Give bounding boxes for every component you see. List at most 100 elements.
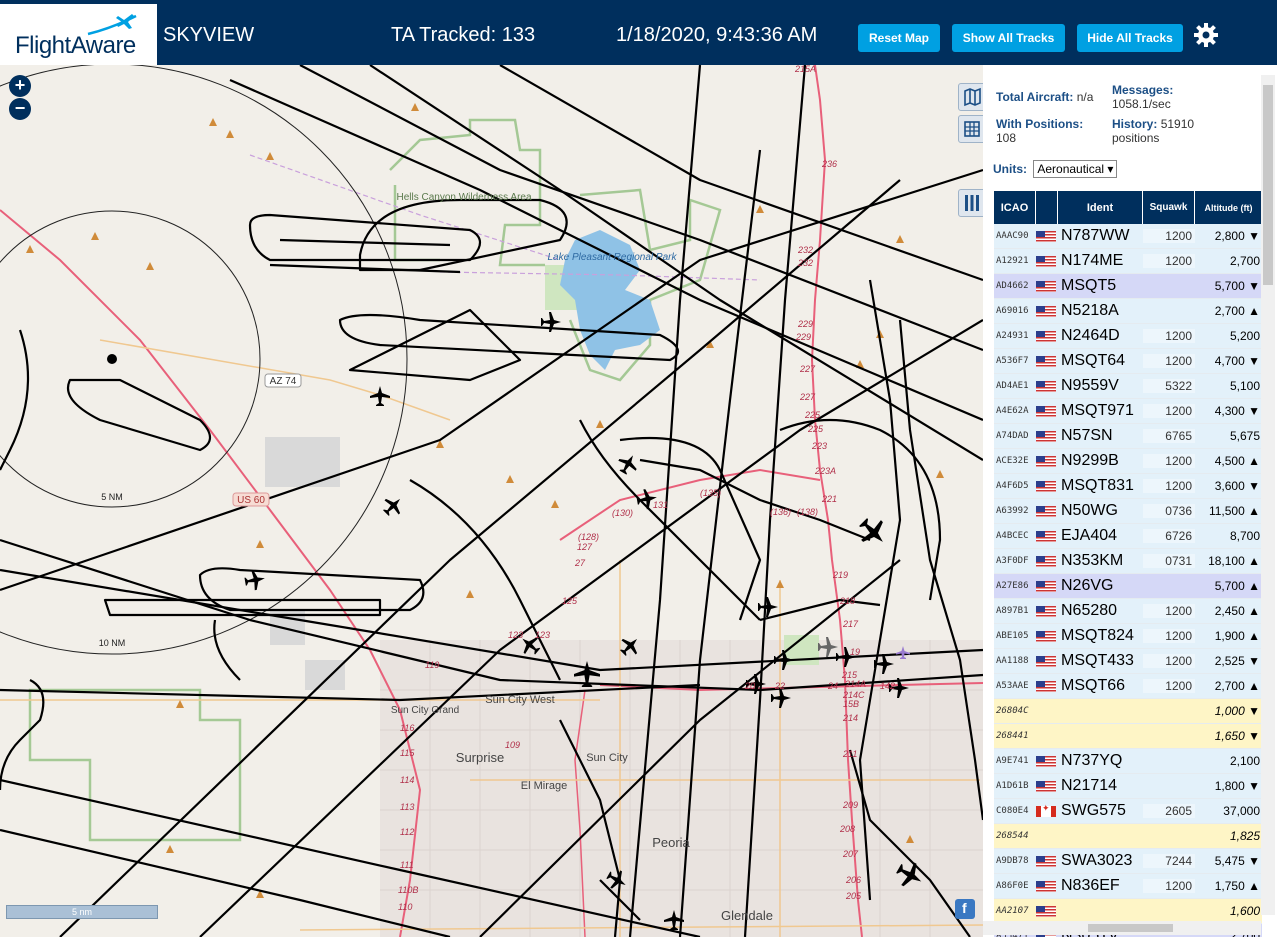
cell-ident: MSQT831: [1061, 477, 1134, 494]
zoom-out-button[interactable]: −: [9, 98, 31, 120]
us-flag-icon: [1036, 880, 1056, 892]
cell-ident: N21714: [1061, 777, 1118, 794]
us-flag-icon: [1036, 655, 1056, 667]
us-flag-icon: [1036, 530, 1056, 542]
cell-flag: [1036, 855, 1058, 867]
scroll-thumb[interactable]: [1263, 85, 1273, 285]
cell-squawk: 1200: [1143, 229, 1195, 243]
reset-map-button[interactable]: Reset Map: [858, 24, 940, 52]
cell-altitude: 5,100: [1229, 379, 1260, 393]
table-row[interactable]: 268544 1,825: [994, 824, 1262, 849]
table-row[interactable]: AD4662 MSQT5 5,700 ▼: [994, 274, 1262, 299]
col-icao[interactable]: ICAO: [994, 191, 1036, 224]
col-altitude[interactable]: Altitude (ft): [1195, 191, 1262, 224]
label-sun-city: Sun City: [586, 752, 628, 764]
svg-text:227: 227: [799, 364, 816, 374]
table-row[interactable]: A897B1 N65280 1200 2,450 ▲: [994, 599, 1262, 624]
col-flag[interactable]: [1036, 191, 1058, 224]
cell-icao: AD4AE1: [996, 381, 1029, 391]
show-all-tracks-button[interactable]: Show All Tracks: [952, 24, 1065, 52]
table-row[interactable]: A1D61B N21714 1,800 ▼: [994, 774, 1262, 799]
svg-text:232: 232: [797, 258, 813, 268]
table-row[interactable]: A4F6D5 MSQT831 1200 3,600 ▼: [994, 474, 1262, 499]
table-row[interactable]: AA1188 MSQT433 1200 2,525 ▼: [994, 649, 1262, 674]
cell-icao: AAAC90: [996, 231, 1029, 241]
us-flag-icon: [1036, 355, 1056, 367]
us-flag-icon: [1036, 555, 1056, 567]
table-row[interactable]: AAAC90 N787WW 1200 2,800 ▼: [994, 224, 1262, 249]
columns-icon: [965, 195, 979, 211]
table-row[interactable]: A9DB78 SWA3023 7244 5,475 ▼: [994, 849, 1262, 874]
vertical-scrollbar[interactable]: [1261, 75, 1275, 915]
cell-ident: N353KM: [1061, 552, 1124, 569]
table-row[interactable]: A74DAD N57SN 6765 5,675: [994, 424, 1262, 449]
table-row[interactable]: A4BCEC EJA404 6726 8,700: [994, 524, 1262, 549]
cell-ident: N50WG: [1061, 502, 1118, 519]
table-row[interactable]: A4E62A MSQT971 1200 4,300 ▼: [994, 399, 1262, 424]
col-ident[interactable]: Ident: [1058, 191, 1143, 224]
cell-altitude: 1,600: [1229, 904, 1260, 918]
table-row[interactable]: ABE105 MSQT824 1200 1,900 ▲: [994, 624, 1262, 649]
units-dropdown[interactable]: Aeronautical ▾: [1033, 160, 1118, 178]
label-sun-city-grand: Sun City Grand: [391, 705, 459, 716]
table-row[interactable]: A69016 N5218A 2,700 ▲: [994, 299, 1262, 324]
table-row[interactable]: A27E86 N26VG 5,700 ▲: [994, 574, 1262, 599]
total-aircraft-label: Total Aircraft:: [996, 90, 1074, 104]
table-row[interactable]: A3F0DF N353KM 0731 18,100 ▲: [994, 549, 1262, 574]
columns-button[interactable]: [958, 189, 983, 217]
cell-flag: [1036, 505, 1058, 517]
cell-squawk: 6726: [1143, 529, 1195, 543]
cell-squawk: 0731: [1143, 554, 1195, 568]
facebook-button[interactable]: f: [955, 899, 975, 919]
table-row[interactable]: ACE32E N9299B 1200 4,500 ▲: [994, 449, 1262, 474]
label-peoria: Peoria: [652, 835, 690, 850]
cell-ident: N174ME: [1061, 252, 1124, 269]
map-view[interactable]: Hells Canyon Wilderness Area Lake Pleasa…: [0, 65, 983, 937]
table-row[interactable]: A86F0E N836EF 1200 1,750 ▲: [994, 874, 1262, 899]
gear-icon[interactable]: [1193, 22, 1219, 48]
cell-flag: [1036, 380, 1058, 392]
table-row[interactable]: A536F7 MSQT64 1200 4,700 ▼: [994, 349, 1262, 374]
cell-icao: A69016: [996, 306, 1029, 316]
cell-altitude: 11,500 ▲: [1208, 504, 1260, 518]
cell-altitude: 4,700 ▼: [1214, 354, 1260, 368]
horizontal-scrollbar[interactable]: [983, 921, 1261, 935]
svg-text:215A: 215A: [794, 65, 816, 74]
facebook-icon: f: [962, 900, 967, 916]
table-row[interactable]: A24931 N2464D 1200 5,200: [994, 324, 1262, 349]
svg-text:225: 225: [807, 424, 824, 434]
svg-text:127: 127: [577, 542, 593, 552]
table-row[interactable]: C080E4 SWG575 2605 37,000: [994, 799, 1262, 824]
col-squawk[interactable]: Squawk: [1143, 191, 1195, 224]
cell-altitude: 4,300 ▼: [1214, 404, 1260, 418]
us-flag-icon: [1036, 455, 1056, 467]
hscroll-thumb[interactable]: [1088, 924, 1173, 932]
cell-squawk: 1200: [1143, 654, 1195, 668]
table-body: AAAC90 N787WW 1200 2,800 ▼ A12921 N174ME 1200 2…: [994, 224, 1262, 937]
range-ring-10nm: 10 NM: [99, 638, 126, 648]
table-row[interactable]: A63992 N50WG 0736 11,500 ▲: [994, 499, 1262, 524]
cell-icao: A12921: [996, 256, 1029, 266]
map-layers-button[interactable]: [958, 83, 983, 111]
svg-text:207: 207: [842, 849, 859, 859]
table-row[interactable]: A9E741 N737YQ 2,100: [994, 749, 1262, 774]
table-row[interactable]: A53AAE MSQT66 1200 2,700 ▲: [994, 674, 1262, 699]
zoom-in-button[interactable]: +: [9, 75, 31, 97]
table-row[interactable]: A12921 N174ME 1200 2,700: [994, 249, 1262, 274]
hide-all-tracks-button[interactable]: Hide All Tracks: [1077, 24, 1183, 52]
cell-flag: [1036, 330, 1058, 342]
map-canvas[interactable]: Hells Canyon Wilderness Area Lake Pleasa…: [0, 65, 983, 937]
grid-button[interactable]: [958, 115, 983, 143]
svg-text:232: 232: [797, 245, 813, 255]
cell-altitude: 1,000 ▼: [1214, 704, 1260, 718]
cell-icao: C080E4: [996, 806, 1029, 816]
flightaware-logo[interactable]: FlightAware: [0, 4, 157, 65]
table-row[interactable]: AD4AE1 N9559V 5322 5,100: [994, 374, 1262, 399]
cell-icao: A4E62A: [996, 406, 1029, 416]
table-row[interactable]: 268441 1,650 ▼: [994, 724, 1262, 749]
cell-icao: 268441: [996, 731, 1029, 741]
table-row[interactable]: 26804C 1,000 ▼: [994, 699, 1262, 724]
us-flag-icon: [1036, 480, 1056, 492]
cell-flag: [1036, 455, 1058, 467]
svg-text:(135): (135): [700, 488, 721, 498]
